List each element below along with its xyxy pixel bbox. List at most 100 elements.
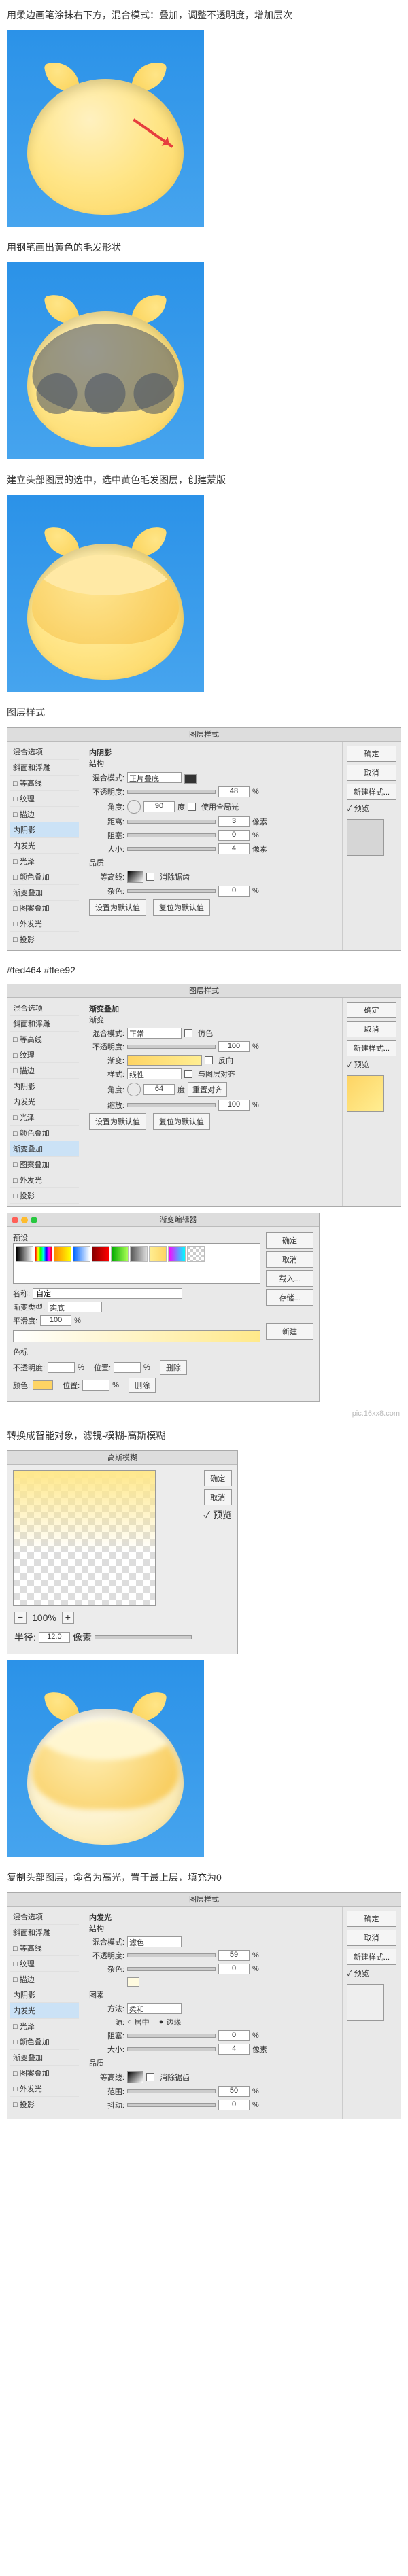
noise-input[interactable]: 0 (218, 886, 250, 897)
style-item-inner-glow[interactable]: 内发光 (10, 838, 79, 854)
choke-input[interactable]: 0 (218, 830, 250, 841)
size-input[interactable]: 4 (218, 843, 250, 854)
jitter-slider[interactable] (127, 2103, 216, 2107)
angle-dial[interactable] (127, 1083, 141, 1096)
preview-checkbox[interactable]: ✓ 预览 (347, 803, 396, 814)
smooth-input[interactable]: 100 (40, 1315, 71, 1326)
style-item-color-overlay[interactable]: □ 颜色叠加 (10, 869, 79, 885)
style-item-satin[interactable]: □ 光泽 (10, 854, 79, 869)
ok-button[interactable]: 确定 (347, 1002, 396, 1018)
radius-slider[interactable] (95, 1635, 192, 1639)
ok-button[interactable]: 确定 (347, 746, 396, 762)
angle-input[interactable]: 64 (143, 1084, 175, 1095)
style-item-outer-glow[interactable]: □ 外发光 (10, 1172, 79, 1188)
new-button[interactable]: 新建 (266, 1323, 313, 1340)
style-item-inner-shadow[interactable]: 内阴影 (10, 822, 79, 838)
opacity-input[interactable]: 59 (218, 1950, 250, 1961)
new-style-button[interactable]: 新建样式... (347, 1949, 396, 1965)
cancel-button[interactable]: 取消 (204, 1489, 232, 1505)
style-item-texture[interactable]: □ 纹理 (10, 791, 79, 807)
style-item-satin[interactable]: □ 光泽 (10, 1110, 79, 1126)
source-center-radio[interactable]: ○ (127, 2018, 132, 2026)
noise-input[interactable]: 0 (218, 1964, 250, 1974)
blend-select[interactable]: 正常 (127, 1028, 182, 1039)
align-checkbox[interactable] (184, 1070, 192, 1078)
new-style-button[interactable]: 新建样式... (347, 784, 396, 800)
style-item-contour[interactable]: □ 等高线 (10, 1940, 79, 1956)
window-min-icon[interactable] (21, 1217, 28, 1223)
opacity-slider[interactable] (127, 790, 216, 794)
distance-slider[interactable] (127, 820, 216, 824)
style-item-pattern-overlay[interactable]: □ 图案叠加 (10, 901, 79, 916)
style-item-stroke[interactable]: □ 描边 (10, 1972, 79, 1987)
reset-default-button[interactable]: 复位为默认值 (153, 1113, 210, 1130)
opacity-slider[interactable] (127, 1953, 216, 1957)
opacity-input[interactable]: 48 (218, 786, 250, 797)
radius-input[interactable]: 12.0 (39, 1632, 70, 1643)
style-item-drop-shadow[interactable]: □ 投影 (10, 1188, 79, 1204)
style-item-color-overlay[interactable]: □ 颜色叠加 (10, 1126, 79, 1141)
choke-input[interactable]: 0 (218, 2030, 250, 2041)
noise-slider[interactable] (127, 1967, 216, 1971)
size-input[interactable]: 4 (218, 2044, 250, 2055)
opacity-input[interactable]: 100 (218, 1041, 250, 1052)
style-item-bevel[interactable]: 斜面和浮雕 (10, 1925, 79, 1940)
style-item-blending[interactable]: 混合选项 (10, 1909, 79, 1925)
style-item-inner-shadow[interactable]: 内阴影 (10, 1079, 79, 1094)
ok-button[interactable]: 确定 (347, 1911, 396, 1927)
style-list[interactable]: 混合选项 斜面和浮雕 □ 等高线 □ 纹理 □ 描边 内阴影 内发光 □ 光泽 … (7, 998, 82, 1206)
set-default-button[interactable]: 设置为默认值 (89, 899, 146, 916)
gradient-bar[interactable] (13, 1330, 260, 1342)
style-item-outer-glow[interactable]: □ 外发光 (10, 916, 79, 932)
angle-dial[interactable] (127, 800, 141, 814)
reverse-checkbox[interactable] (205, 1056, 213, 1064)
size-slider[interactable] (127, 2047, 216, 2051)
scale-input[interactable]: 100 (218, 1100, 250, 1111)
style-item-contour[interactable]: □ 等高线 (10, 1032, 79, 1047)
reset-align-button[interactable]: 重置对齐 (188, 1082, 227, 1097)
save-button[interactable]: 存储... (266, 1289, 313, 1306)
opacity-slider[interactable] (127, 1045, 216, 1049)
choke-slider[interactable] (127, 833, 216, 837)
cancel-button[interactable]: 取消 (347, 765, 396, 781)
scale-slider[interactable] (127, 1103, 216, 1107)
contour-picker[interactable] (127, 2071, 143, 2083)
style-select[interactable]: 线性 (127, 1068, 182, 1079)
style-item-stroke[interactable]: □ 描边 (10, 1063, 79, 1079)
noise-slider[interactable] (127, 889, 216, 893)
range-input[interactable]: 50 (218, 2086, 250, 2097)
style-item-bevel[interactable]: 斜面和浮雕 (10, 760, 79, 776)
zoom-in-button[interactable]: + (62, 1612, 74, 1624)
new-style-button[interactable]: 新建样式... (347, 1040, 396, 1056)
style-item-pattern-overlay[interactable]: □ 图案叠加 (10, 1157, 79, 1172)
distance-input[interactable]: 3 (218, 816, 250, 827)
style-item-bevel[interactable]: 斜面和浮雕 (10, 1016, 79, 1032)
contour-picker[interactable] (127, 871, 143, 883)
source-edge-radio[interactable]: ● (159, 2018, 164, 2026)
stop-color-swatch[interactable] (33, 1380, 53, 1390)
stop-pos-input[interactable] (114, 1362, 141, 1373)
reset-default-button[interactable]: 复位为默认值 (153, 899, 210, 916)
style-item-blending[interactable]: 混合选项 (10, 744, 79, 760)
style-item-drop-shadow[interactable]: □ 投影 (10, 2097, 79, 2112)
antialias-checkbox[interactable] (146, 873, 154, 881)
size-slider[interactable] (127, 847, 216, 851)
antialias-checkbox[interactable] (146, 2073, 154, 2081)
ok-button[interactable]: 确定 (266, 1232, 313, 1249)
style-item-inner-shadow[interactable]: 内阴影 (10, 1987, 79, 2003)
style-item-outer-glow[interactable]: □ 外发光 (10, 2081, 79, 2097)
preview-checkbox[interactable]: ✓ 预览 (204, 1508, 232, 1522)
angle-input[interactable]: 90 (143, 801, 175, 812)
jitter-input[interactable]: 0 (218, 2100, 250, 2110)
blend-select[interactable]: 滤色 (127, 1936, 182, 1947)
style-item-pattern-overlay[interactable]: □ 图案叠加 (10, 2066, 79, 2081)
color-swatch[interactable] (184, 774, 197, 784)
window-close-icon[interactable] (12, 1217, 18, 1223)
cancel-button[interactable]: 取消 (266, 1251, 313, 1268)
preview-checkbox[interactable]: ✓ 预览 (347, 1968, 396, 1979)
style-item-grad-overlay[interactable]: 渐变叠加 (10, 1141, 79, 1157)
blend-select[interactable]: 正片叠底 (127, 772, 182, 783)
preset-grid[interactable] (13, 1243, 260, 1284)
stop-opacity-input[interactable] (48, 1362, 75, 1373)
ok-button[interactable]: 确定 (204, 1470, 232, 1486)
